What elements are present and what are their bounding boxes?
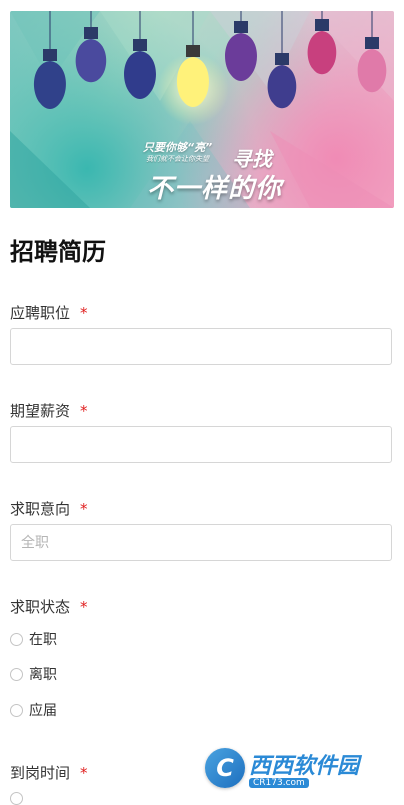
arrival-time-label-text: 到岗时间 <box>10 764 71 782</box>
required-mark: * <box>80 764 88 782</box>
required-mark: * <box>80 598 88 616</box>
intention-input[interactable] <box>10 524 392 561</box>
arrival-time-label: 到岗时间 * <box>10 762 88 783</box>
status-option-label: 在职 <box>29 632 57 648</box>
form-title: 招聘简历 <box>10 238 106 266</box>
status-option-graduate[interactable]: 应届 <box>10 700 57 720</box>
status-option-resigned[interactable]: 离职 <box>10 664 57 684</box>
header-banner-image: 只要你够“亮” 我们就不会让你失望 寻找 不一样的你 <box>10 11 394 208</box>
banner-slogan-line2: 我们就不会让你失望 <box>146 155 209 163</box>
intention-label: 求职意向 * <box>10 498 88 519</box>
radio-circle-icon[interactable] <box>10 703 23 717</box>
watermark-logo-icon: C <box>205 748 245 788</box>
salary-label-text: 期望薪资 <box>10 402 71 420</box>
intention-label-text: 求职意向 <box>10 500 71 518</box>
job-status-label: 求职状态 * <box>10 596 88 617</box>
banner-slogan-line1: 只要你够“亮” <box>143 141 213 154</box>
required-mark: * <box>80 304 88 322</box>
watermark-name: 西西软件园 <box>249 754 360 779</box>
site-watermark: C 西西软件园 CR173.com <box>205 746 385 790</box>
position-label: 应聘职位 * <box>10 302 88 323</box>
status-option-label: 离职 <box>29 667 57 683</box>
salary-label: 期望薪资 * <box>10 400 88 421</box>
watermark-url: CR173.com <box>249 778 309 788</box>
watermark-text: 西西软件园 CR173.com <box>249 748 359 788</box>
radio-circle-icon[interactable] <box>10 632 23 646</box>
status-option-label: 应届 <box>29 703 57 719</box>
arrival-radio-circle-icon[interactable] <box>10 792 23 805</box>
position-input[interactable] <box>10 328 392 365</box>
salary-input[interactable] <box>10 426 392 463</box>
required-mark: * <box>80 402 88 420</box>
status-option-employed[interactable]: 在职 <box>10 629 57 649</box>
position-label-text: 应聘职位 <box>10 304 71 322</box>
radio-circle-icon[interactable] <box>10 667 23 681</box>
required-mark: * <box>80 500 88 518</box>
banner-slogan-big: 不一样的你 <box>147 174 283 204</box>
job-status-label-text: 求职状态 <box>10 598 71 616</box>
